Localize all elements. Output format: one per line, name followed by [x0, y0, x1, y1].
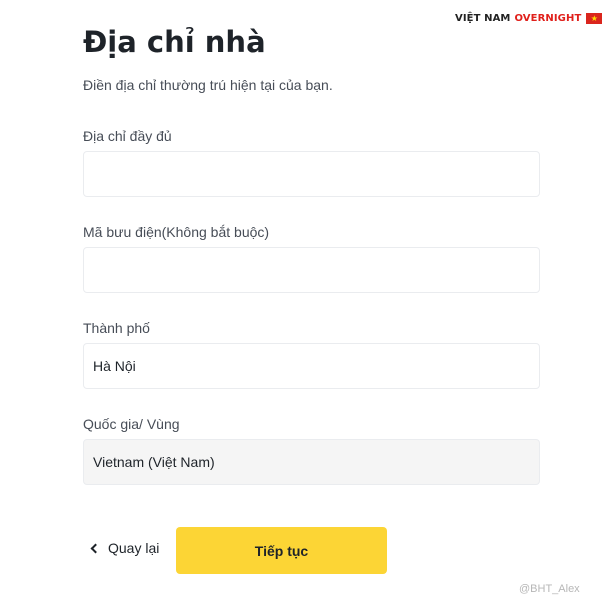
brand-name-part1: VIỆT NAM [455, 13, 511, 24]
postal-code-label: Mã bưu điện(Không bắt buộc) [83, 224, 270, 240]
chevron-left-icon [90, 543, 101, 554]
brand-logo: VIỆT NAM OVERNIGHT ★ [455, 13, 603, 24]
watermark: @BHT_Alex [519, 583, 580, 595]
brand-name-part2: OVERNIGHT [514, 13, 582, 24]
country-input [83, 439, 540, 485]
city-input[interactable] [83, 343, 540, 389]
address-label: Địa chỉ đầy đủ [83, 128, 172, 144]
postal-code-input[interactable] [83, 247, 540, 293]
city-label: Thành phố [83, 320, 150, 336]
address-input[interactable] [83, 151, 540, 197]
vietnam-flag-icon: ★ [586, 13, 603, 24]
page-subtitle: Điền địa chỉ thường trú hiện tại của bạn… [83, 77, 333, 93]
back-button[interactable]: Quay lại [90, 540, 160, 556]
continue-button[interactable]: Tiếp tục [176, 527, 387, 574]
page-title: Địa chỉ nhà [83, 25, 266, 59]
back-button-label: Quay lại [108, 540, 160, 556]
country-label: Quốc gia/ Vùng [83, 416, 180, 432]
